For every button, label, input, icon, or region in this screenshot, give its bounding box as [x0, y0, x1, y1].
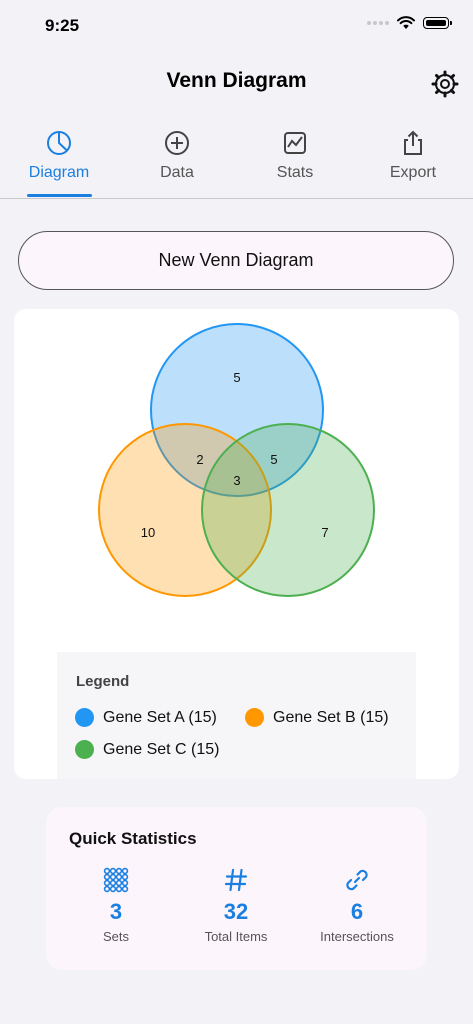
- legend-dot: [75, 740, 94, 759]
- quick-statistics-title: Quick Statistics: [69, 829, 197, 848]
- venn-diagram: 5 2 5 3 10 7: [98, 323, 375, 597]
- status-icons: [367, 16, 452, 30]
- tab-bar: Diagram Data Stats Export: [0, 128, 473, 198]
- region-abc-count: 3: [233, 473, 240, 488]
- active-tab-indicator: [27, 194, 92, 197]
- legend-label: Gene Set C (15): [103, 740, 220, 758]
- tab-export[interactable]: Export: [354, 128, 472, 198]
- line-chart-icon: [284, 132, 306, 154]
- settings-gear-icon[interactable]: [431, 70, 459, 98]
- battery-icon: [423, 17, 452, 29]
- legend-item-set-b: Gene Set B (15): [245, 708, 389, 727]
- stat-total-items: 32 Total Items: [176, 867, 296, 944]
- grid-dots-icon: [103, 867, 129, 893]
- divider: [0, 198, 473, 199]
- stat-value: 3: [109, 899, 123, 924]
- legend-dot: [245, 708, 264, 727]
- stat-label: Sets: [102, 929, 129, 944]
- region-ac-count: 5: [270, 452, 277, 467]
- legend-label: Gene Set A (15): [103, 708, 217, 726]
- wifi-icon: [397, 16, 415, 29]
- link-icon: [346, 869, 368, 891]
- plus-circle-icon: [165, 131, 189, 155]
- tab-label: Diagram: [28, 164, 90, 181]
- signal-icon: [367, 21, 389, 25]
- tab-diagram[interactable]: Diagram: [0, 128, 118, 198]
- hash-icon: [224, 868, 248, 892]
- quick-statistics-card: Quick Statistics 3 Sets 32 Total Items 6…: [46, 807, 427, 970]
- tab-label: Data: [160, 164, 194, 181]
- stat-label: Total Items: [204, 929, 268, 944]
- region-a-only-count: 5: [233, 370, 240, 385]
- venn-diagram-card: 5 2 5 3 10 7 Legend Gene Set A (15) Gene…: [14, 309, 459, 779]
- tab-stats[interactable]: Stats: [236, 128, 354, 198]
- tab-data[interactable]: Data: [118, 128, 236, 198]
- region-b-only-count: 10: [141, 525, 155, 540]
- legend-title: Legend: [76, 673, 130, 690]
- tab-label: Stats: [276, 164, 314, 181]
- pie-chart-icon: [47, 131, 71, 155]
- share-icon: [404, 130, 422, 155]
- set-c-circle[interactable]: [201, 423, 375, 597]
- page-title: Venn Diagram: [166, 69, 307, 92]
- stat-intersections: 6 Intersections: [297, 867, 417, 944]
- legend: Legend Gene Set A (15) Gene Set B (15) G…: [57, 652, 416, 779]
- stat-value: 6: [350, 899, 364, 924]
- stat-value: 32: [223, 899, 249, 924]
- status-bar: 9:25: [0, 0, 473, 52]
- tab-label: Export: [389, 164, 437, 181]
- new-venn-diagram-button[interactable]: New Venn Diagram: [18, 231, 454, 290]
- stat-label: Intersections: [320, 929, 394, 944]
- stat-sets: 3 Sets: [56, 867, 176, 944]
- status-time: 9:25: [45, 16, 80, 35]
- legend-dot: [75, 708, 94, 727]
- region-c-only-count: 7: [321, 525, 328, 540]
- legend-item-set-a: Gene Set A (15): [75, 708, 217, 727]
- legend-label: Gene Set B (15): [273, 708, 389, 726]
- region-ab-count: 2: [196, 452, 203, 467]
- legend-item-set-c: Gene Set C (15): [75, 740, 220, 759]
